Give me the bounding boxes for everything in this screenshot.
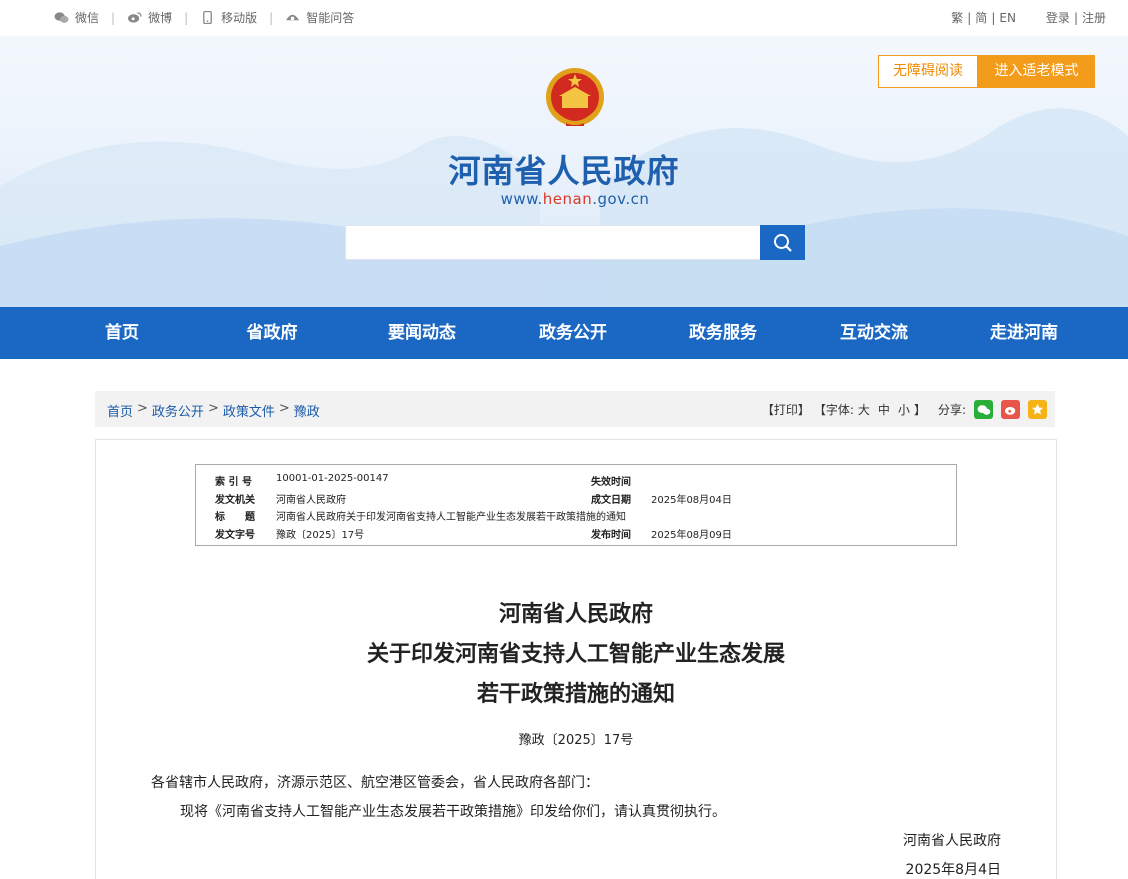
crumb-separator: > (137, 401, 148, 416)
wechat-label: 微信 (75, 11, 100, 25)
divider: | (967, 10, 972, 25)
nav-government[interactable]: 省政府 (222, 307, 322, 359)
nav-about-henan[interactable]: 走进河南 (974, 307, 1074, 359)
share-wechat-button[interactable] (974, 400, 993, 419)
search-input[interactable] (345, 225, 761, 260)
mobile-label: 移动版 (221, 11, 258, 25)
divider: | (1073, 10, 1078, 25)
site-url: www.henan.gov.cn (0, 190, 1128, 208)
print-button[interactable]: 【打印】 (762, 401, 810, 418)
meta-publish-value: 2025年08月09日 (651, 530, 732, 541)
wechat-icon (54, 12, 69, 23)
search-button[interactable] (760, 225, 805, 260)
weibo-icon (1004, 406, 1015, 415)
site-title: 河南省人民政府 (448, 152, 680, 190)
lang-simplified[interactable]: 简 (975, 9, 987, 26)
national-emblem-icon (546, 68, 604, 126)
mobile-link[interactable]: 移动版 (200, 9, 257, 26)
login-link[interactable]: 登录 (1046, 9, 1070, 26)
page-tools: 【打印】 【字体: 大 中 小 】 分享: (762, 400, 1047, 419)
lang-traditional[interactable]: 繁 (951, 9, 963, 26)
nav-services[interactable]: 政务服务 (673, 307, 773, 359)
document-meta-table: 索 引 号 10001-01-2025-00147 失效时间 发文机关 河南省人… (195, 464, 957, 546)
nav-open-affairs[interactable]: 政务公开 (523, 307, 623, 359)
main-nav: 首页 省政府 要闻动态 政务公开 政务服务 互动交流 走进河南 (0, 307, 1128, 359)
top-utility-bar: 微信 | 微博 | 移动版 | 智能问答 繁 | 简 | EN 登录 | 注册 (0, 0, 1128, 36)
divider: | (269, 10, 274, 25)
mobile-icon (203, 11, 212, 24)
meta-index-label: 索 引 号 (215, 477, 252, 488)
nav-news[interactable]: 要闻动态 (372, 307, 472, 359)
meta-issuer-label: 发文机关 (215, 495, 255, 506)
crumb-separator: > (207, 401, 219, 416)
meta-issuer-value: 河南省人民政府 (276, 495, 346, 506)
meta-expire-label: 失效时间 (591, 477, 631, 488)
crumb-open-affairs[interactable]: 政务公开 (152, 401, 204, 420)
crumb-separator: > (278, 401, 290, 416)
document-title-line-3: 若干政策措施的通知 (476, 681, 675, 707)
ai-qa-label: 智能问答 (306, 11, 355, 25)
lang-english[interactable]: EN (999, 11, 1016, 25)
register-link[interactable]: 注册 (1082, 9, 1106, 26)
social-links: 微信 | 微博 | 移动版 | 智能问答 (54, 9, 354, 26)
document-date: 2025年8月4日 (905, 862, 1001, 878)
breadcrumb: 首页 > 政务公开 > 政策文件 > 豫政 (107, 401, 320, 420)
nav-interaction[interactable]: 互动交流 (824, 307, 924, 359)
share-weibo-button[interactable] (1001, 400, 1020, 419)
document-title-line-1: 河南省人民政府 (498, 601, 653, 627)
document-body: 现将《河南省支持人工智能产业生态发展若干政策措施》印发给你们，请认真贯彻执行。 (180, 804, 726, 820)
meta-docno-value: 豫政〔2025〕17号 (276, 530, 365, 541)
meta-title-label: 标 题 (215, 512, 255, 523)
article-content: 索 引 号 10001-01-2025-00147 失效时间 发文机关 河南省人… (95, 439, 1057, 879)
star-icon (1031, 403, 1044, 415)
ai-qa-link[interactable]: 智能问答 (285, 9, 354, 26)
url-suffix: .gov.cn (592, 190, 650, 208)
wechat-icon (977, 404, 990, 415)
elder-mode-button[interactable]: 进入适老模式 (978, 55, 1095, 88)
crumb-home[interactable]: 首页 (107, 401, 133, 420)
document-signature: 河南省人民政府 (903, 833, 1001, 849)
meta-index-value: 10001-01-2025-00147 (276, 473, 389, 484)
robot-icon (286, 14, 300, 21)
url-accent: henan (542, 190, 593, 208)
accessible-reading-button[interactable]: 无障碍阅读 (878, 55, 978, 88)
share-label: 分享: (937, 403, 966, 417)
crumb-policy-docs[interactable]: 政策文件 (223, 401, 275, 420)
weibo-label: 微博 (148, 11, 173, 25)
lang-and-account: 繁 | 简 | EN 登录 | 注册 (951, 9, 1106, 26)
nav-home[interactable]: 首页 (82, 307, 162, 359)
document-recipients: 各省辖市人民政府，济源示范区、航空港区管委会，省人民政府各部门： (151, 775, 599, 791)
weibo-link[interactable]: 微博 (127, 9, 172, 26)
font-medium-button[interactable]: 中 (878, 401, 890, 418)
divider: | (184, 10, 189, 25)
share-qzone-button[interactable] (1028, 400, 1047, 419)
meta-docno-label: 发文字号 (215, 530, 255, 541)
url-prefix: www. (500, 190, 543, 208)
divider: | (111, 10, 116, 25)
font-size-label: 【字体: (813, 403, 854, 417)
crumb-yuzheng[interactable]: 豫政 (294, 401, 320, 420)
breadcrumb-bar: 首页 > 政务公开 > 政策文件 > 豫政 【打印】 【字体: 大 中 小 】 … (95, 391, 1055, 427)
font-small-button[interactable]: 小 (898, 401, 910, 418)
wechat-link[interactable]: 微信 (54, 9, 99, 26)
meta-written-label: 成文日期 (591, 495, 631, 506)
font-size-close: 】 (913, 403, 926, 417)
font-large-button[interactable]: 大 (858, 401, 870, 418)
divider: | (991, 10, 996, 25)
meta-title-value: 河南省人民政府关于印发河南省支持人工智能产业生态发展若干政策措施的通知 (276, 512, 626, 523)
meta-publish-label: 发布时间 (591, 530, 631, 541)
weibo-icon (128, 12, 142, 23)
document-title-line-2: 关于印发河南省支持人工智能产业生态发展 (366, 641, 785, 667)
meta-written-value: 2025年08月04日 (651, 495, 732, 506)
search-icon (773, 233, 792, 252)
site-header: 河南省人民政府 www.henan.gov.cn 无障碍阅读 进入适老模式 (0, 36, 1128, 307)
document-number: 豫政〔2025〕17号 (518, 733, 634, 748)
